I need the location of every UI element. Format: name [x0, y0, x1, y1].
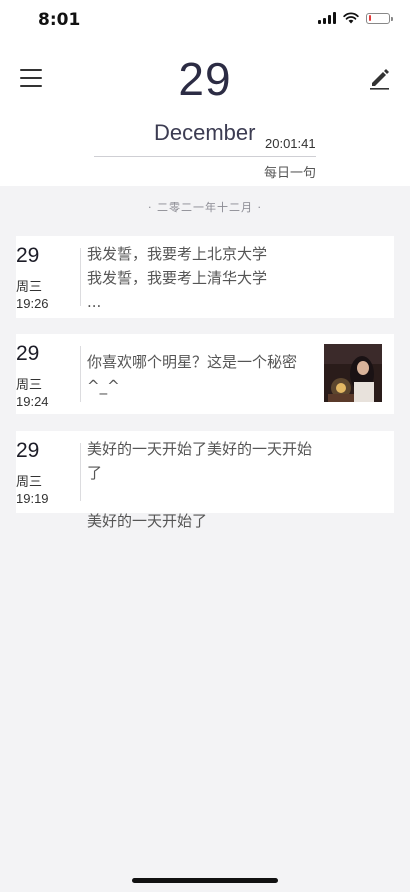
header-divider — [94, 156, 316, 157]
diary-entry-card[interactable]: 29 周三 19:24 你喜欢哪个明星？这是一个秘密 ^_^ — [16, 334, 394, 414]
status-time: 8:01 — [38, 10, 81, 30]
entry-weekday: 周三 — [16, 280, 43, 295]
entry-text: 你喜欢哪个明星？这是一个秘密 ^_^ — [87, 353, 298, 395]
entry-day: 29 — [16, 342, 40, 365]
entry-time: 19:24 — [16, 394, 49, 409]
home-indicator[interactable] — [132, 878, 278, 883]
current-month: December — [154, 120, 256, 145]
entry-text: 美好的一天开始了美好的一天开始了 美好的一天开始了 — [87, 440, 313, 530]
daily-quote-link[interactable]: 每日一句 — [264, 162, 316, 181]
battery-level — [368, 15, 372, 21]
cellular-signal-icon — [318, 12, 336, 24]
entry-separator — [80, 248, 81, 306]
current-day: 29 — [178, 53, 232, 105]
entry-image-thumbnail[interactable] — [324, 344, 382, 402]
entry-separator — [80, 346, 81, 402]
current-time: 20:01:41 — [265, 136, 316, 151]
month-section-label: · 二零二一年十二月 · — [148, 201, 262, 214]
entry-time: 19:19 — [16, 491, 49, 506]
wifi-icon — [343, 12, 359, 24]
entry-weekday: 周三 — [16, 378, 43, 393]
entry-separator — [80, 443, 81, 501]
entry-time: 19:26 — [16, 296, 49, 311]
status-icons — [318, 12, 393, 24]
diary-entry-card[interactable]: 29 周三 19:19 美好的一天开始了美好的一天开始了 美好的一天开始了 — [16, 431, 394, 530]
battery-icon — [366, 12, 393, 24]
entry-text: 我发誓，我要考上北京大学 我发誓，我要考上清华大学 ... — [87, 245, 268, 311]
entry-day: 29 — [16, 439, 40, 462]
entry-day: 29 — [16, 244, 40, 267]
entry-weekday: 周三 — [16, 475, 43, 490]
diary-entry-card[interactable]: 29 周三 19:26 我发誓，我要考上北京大学 我发誓，我要考上清华大学 ..… — [16, 236, 394, 318]
